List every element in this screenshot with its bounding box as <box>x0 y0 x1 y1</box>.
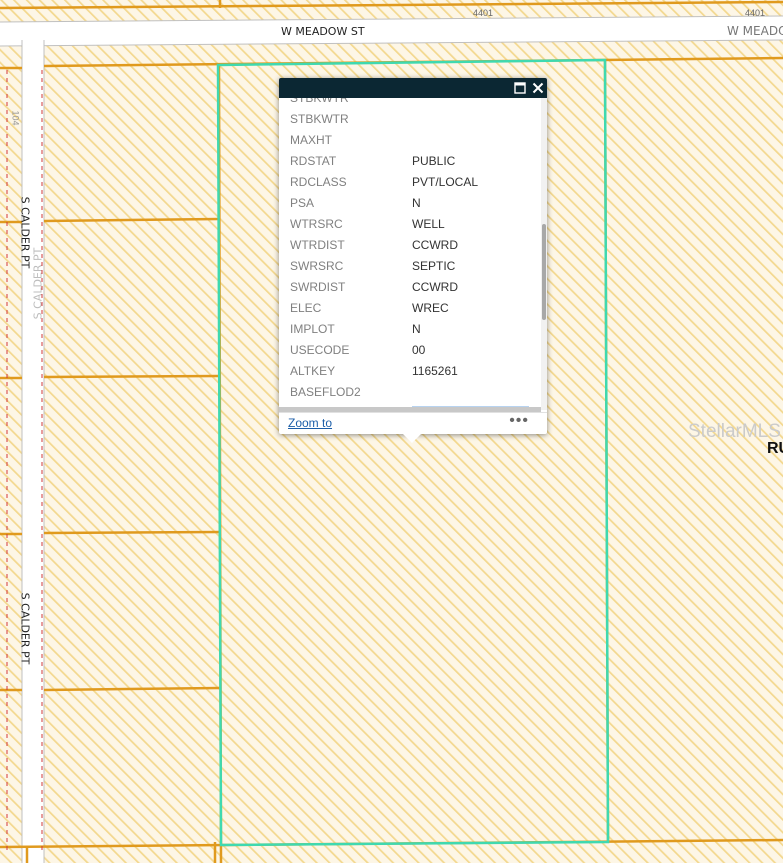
attribute-key: WTRSRC <box>290 217 343 231</box>
attribute-row: MAXHT <box>279 130 541 151</box>
attribute-row: USECODE 00 <box>279 340 541 361</box>
attribute-key: RDSTAT <box>290 154 337 168</box>
attribute-key: SWRSRC <box>290 259 344 273</box>
attribute-row: SWRSRC SEPTIC <box>279 256 541 277</box>
attribute-value: WREC <box>412 301 449 315</box>
attribute-key: ALTKEY <box>290 364 336 378</box>
attribute-key: USECODE <box>290 343 350 357</box>
road-calder-pt <box>21 40 45 863</box>
attribute-row: WTRSRC WELL <box>279 214 541 235</box>
parcel-edge-label: RU <box>767 440 783 457</box>
attribute-key: BASEFLOD2 <box>290 385 361 399</box>
road-label-calder-upper: S CALDER PT <box>18 196 32 269</box>
attribute-key: WTRDIST <box>290 238 345 252</box>
address-label: 104 <box>10 110 21 126</box>
attribute-row: RDCLASS PVT/LOCAL <box>279 172 541 193</box>
road-label-meadow-right: W MEADO <box>727 24 783 38</box>
attribute-row: ELEC WREC <box>279 298 541 319</box>
attribute-key: STBKWTR <box>290 112 349 126</box>
attribute-value: PUBLIC <box>412 154 456 168</box>
attribute-value: N <box>412 322 421 336</box>
attribute-key: PSA <box>290 196 315 210</box>
attribute-value: CCWRD <box>412 238 458 252</box>
close-icon[interactable] <box>530 80 546 96</box>
attribute-value: SEPTIC <box>412 259 456 273</box>
attribute-row: PSA N <box>279 193 541 214</box>
attribute-key: IMPLOT <box>290 322 335 336</box>
road-label-calder-lower: S CALDER PT <box>18 592 32 665</box>
attribute-value: PVT/LOCAL <box>412 175 479 189</box>
road-label-calder-faint: S CALDER PT <box>31 247 45 320</box>
popup-attribute-list[interactable]: STBKWTR STBKWTR MAXHT RDSTAT PUBLIC RDCLASS PV… <box>279 98 541 410</box>
attribute-value: 00 <box>412 343 426 357</box>
attribute-row: ALTKEY 1165261 <box>279 361 541 382</box>
popup-header <box>279 78 547 98</box>
attribute-key: STBKWTR <box>290 98 349 105</box>
attribute-key: MAXHT <box>290 133 332 147</box>
scrollbar-thumb[interactable] <box>542 224 546 320</box>
attribute-value: CCWRD <box>412 280 458 294</box>
attribute-row: BASEFLOD2 <box>279 382 541 403</box>
attribute-key: SWRDIST <box>290 280 346 294</box>
popup-pointer <box>403 434 421 443</box>
attribute-row: STBKWTR <box>279 98 541 109</box>
attribute-key: ELEC <box>290 301 322 315</box>
attribute-value: N <box>412 196 421 210</box>
attribute-row: WTRDIST CCWRD <box>279 235 541 256</box>
parcel-info-popup: STBKWTR STBKWTR MAXHT RDSTAT PUBLIC RDCLASS PV… <box>279 78 547 434</box>
attribute-value: WELL <box>412 217 445 231</box>
popup-footer: Zoom to ••• <box>279 412 547 435</box>
road-label-meadow: W MEADOW ST <box>281 25 365 38</box>
maximize-icon[interactable] <box>512 80 528 96</box>
popup-vertical-scrollbar[interactable] <box>541 98 547 410</box>
attribute-key: RDCLASS <box>290 175 347 189</box>
attribute-row: STBKWTR <box>279 109 541 130</box>
attribute-row: IMPLOT N <box>279 319 541 340</box>
attribute-row: RDSTAT PUBLIC <box>279 151 541 172</box>
address-label: 4401 <box>473 8 494 18</box>
more-options-icon[interactable]: ••• <box>509 412 529 430</box>
address-label: 4401 <box>745 8 766 18</box>
attribute-value: 1165261 <box>412 364 458 378</box>
attribute-row: SWRDIST CCWRD <box>279 277 541 298</box>
zoom-to-link[interactable]: Zoom to <box>288 416 332 430</box>
